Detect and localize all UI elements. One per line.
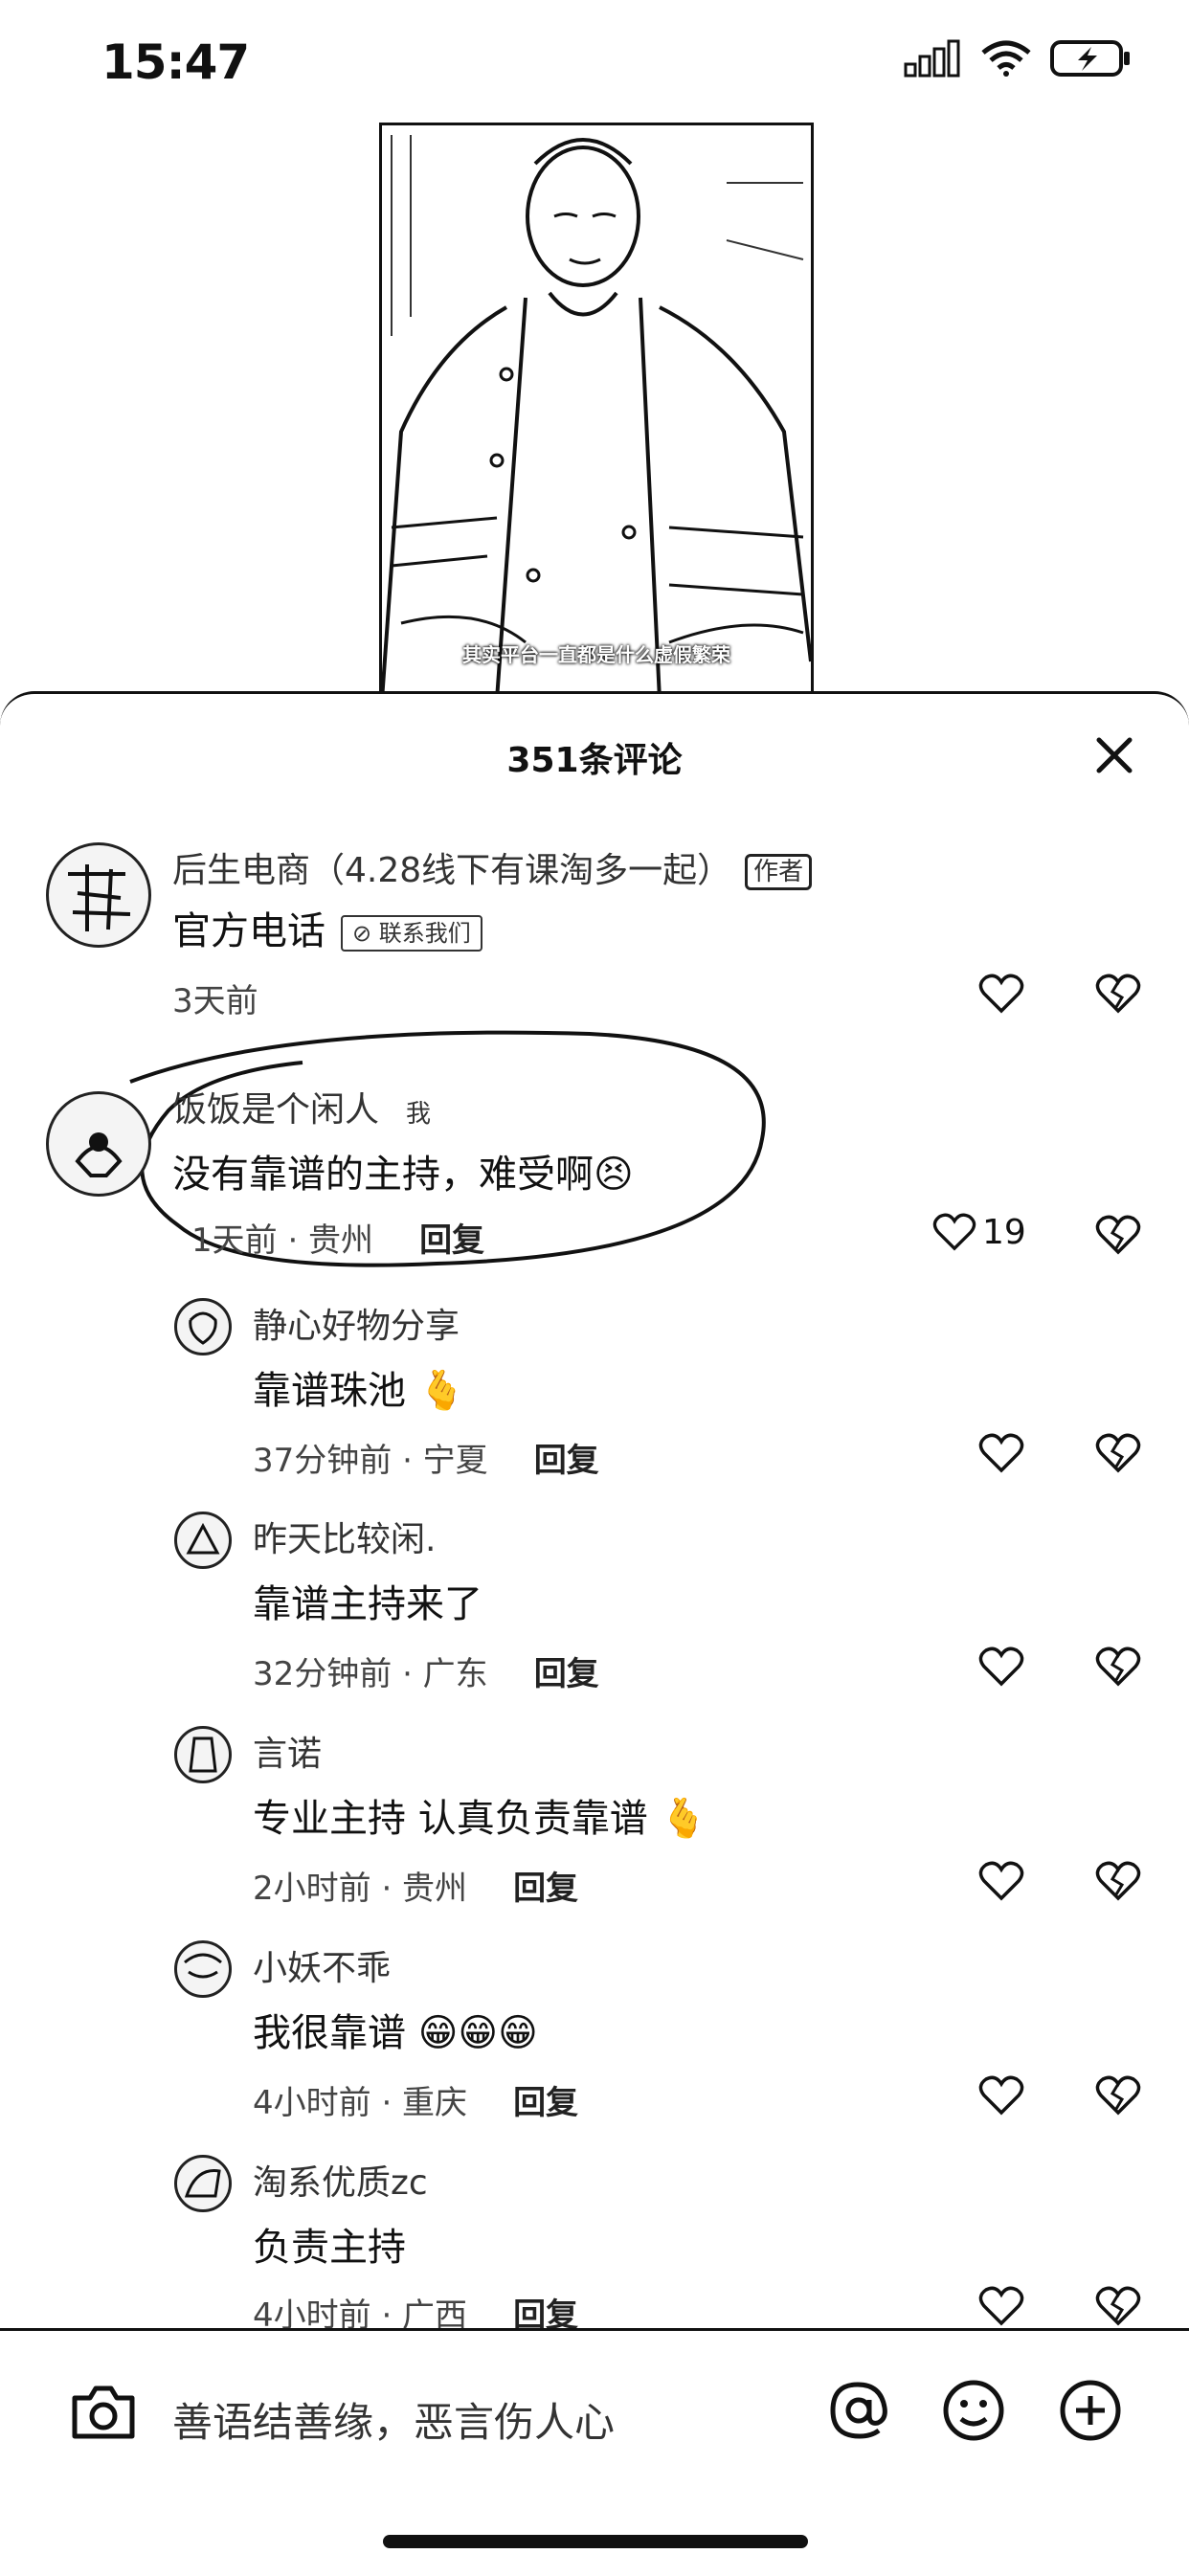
comment-text: 我很靠谱 😁😁😁 (253, 2011, 538, 2055)
comment-username[interactable]: 后生电商（4.28线下有课淘多一起） 作者 (172, 842, 813, 892)
comment-text: 专业主持 认真负责靠谱 🫰 (253, 1797, 708, 1841)
avatar-image (68, 864, 131, 931)
avatar-image (186, 1522, 220, 1555)
dislike-broken-heart-icon[interactable] (1095, 1214, 1141, 1256)
status-bar: 15:47 (0, 0, 1189, 124)
comment-meta: 2小时前 · 贵州 回复 (253, 1862, 578, 1909)
avatar[interactable] (174, 1940, 232, 1998)
comment-meta: 37分钟前 · 宁夏 回复 (253, 1434, 599, 1481)
home-indicator (383, 2535, 808, 2548)
reply-item: 言诺 专业主持 认真负责靠谱 🫰 2小时前 · 贵州 回复 (0, 1720, 1189, 1912)
comment-time: 32分钟前 · 广东 (253, 1655, 488, 1693)
username-text: 饭饭是个闲人 (172, 1090, 380, 1130)
like-count: 19 (982, 1212, 1026, 1252)
wifi-icon (981, 40, 1031, 77)
like-heart-icon[interactable] (978, 973, 1024, 1015)
dislike-broken-heart-icon[interactable] (1095, 1860, 1141, 1902)
status-time: 15:47 (101, 34, 250, 90)
comment-username[interactable]: 饭饭是个闲人我 (172, 1082, 431, 1131)
comment-text: 靠谱主持来了 (253, 1582, 482, 1626)
comment-username[interactable]: 静心好物分享 (253, 1298, 460, 1348)
cellular-signal-icon (904, 39, 960, 78)
me-badge: 我 (406, 1099, 432, 1129)
like-heart-icon[interactable] (978, 1646, 1024, 1688)
comment-username[interactable]: 小妖不乖 (253, 1940, 391, 1990)
video-caption: 其实平台一直都是什么虚假繁荣 (462, 643, 730, 666)
like-heart-icon[interactable] (978, 1860, 1024, 1902)
reply-button[interactable]: 回复 (513, 2084, 578, 2122)
reply-button[interactable]: 回复 (534, 1655, 599, 1693)
comment-username[interactable]: 昨天比较闲. (253, 1512, 436, 1561)
dislike-broken-heart-icon[interactable] (1095, 2074, 1141, 2117)
avatar[interactable] (174, 1726, 232, 1783)
reply-item: 淘系优质zc 负责主持 4小时前 · 广西 回复 (0, 2149, 1189, 2335)
avatar-image (189, 1311, 217, 1345)
comment-text: 没有靠谱的主持，难受啊😣 (172, 1153, 634, 1197)
comment-time: 1天前 · 贵州 (191, 1221, 374, 1260)
comment-item: 后生电商（4.28线下有课淘多一起） 作者 官方电话 ⊘ 联系我们 3天前 (0, 833, 1189, 1024)
reply-item: 小妖不乖 我很靠谱 😁😁😁 4小时前 · 重庆 回复 (0, 1935, 1189, 2126)
reply-item: 静心好物分享 靠谱珠池 🫰 37分钟前 · 宁夏 回复 (0, 1292, 1189, 1484)
comment-text: 靠谱珠池 🫰 (253, 1369, 466, 1413)
avatar-image (184, 2169, 221, 2198)
comment-username[interactable]: 淘系优质zc (253, 2155, 428, 2205)
like-button[interactable]: 19 (932, 1212, 1026, 1252)
comment-text: 官方电话 ⊘ 联系我们 (172, 900, 482, 955)
battery-charging-icon (1050, 40, 1130, 77)
reply-item: 昨天比较闲. 靠谱主持来了 32分钟前 · 广东 回复 (0, 1506, 1189, 1697)
comment-input-bar[interactable]: 善语结善缘，恶言伤人心 (0, 2328, 1189, 2492)
reply-button[interactable]: 回复 (513, 1870, 578, 1908)
dislike-broken-heart-icon[interactable] (1095, 1646, 1141, 1688)
status-icons (904, 38, 1132, 78)
comment-meta: 1天前 · 贵州 回复 (191, 1214, 484, 1261)
link-icon: ⊘ (352, 920, 379, 947)
avatar[interactable] (174, 1512, 232, 1569)
emoji-icon[interactable] (940, 2377, 1007, 2444)
avatar-image (75, 1132, 123, 1177)
contact-us-label: 联系我们 (378, 920, 471, 947)
comment-meta: 4小时前 · 重庆 回复 (253, 2076, 578, 2123)
comment-time: 4小时前 · 重庆 (253, 2084, 468, 2122)
video-frame-image (382, 125, 811, 700)
comment-time: 37分钟前 · 宁夏 (253, 1442, 488, 1480)
avatar[interactable] (46, 842, 151, 948)
like-heart-icon (932, 1213, 976, 1251)
avatar[interactable] (46, 1091, 151, 1197)
video-preview[interactable]: 其实平台一直都是什么虚假繁荣 (379, 123, 814, 703)
comment-text-content: 官方电话 (172, 909, 325, 953)
mention-icon[interactable] (825, 2377, 892, 2444)
like-heart-icon[interactable] (978, 2285, 1024, 2327)
comment-input[interactable]: 善语结善缘，恶言伤人心 (172, 2390, 615, 2449)
like-heart-icon[interactable] (978, 2074, 1024, 2117)
comment-meta: 3天前 (172, 982, 258, 1020)
reply-button[interactable]: 回复 (534, 1442, 599, 1480)
avatar-image (184, 1953, 222, 1979)
comment-username[interactable]: 言诺 (253, 1726, 322, 1776)
avatar[interactable] (174, 1298, 232, 1355)
comment-time: 2小时前 · 贵州 (253, 1870, 468, 1908)
avatar-image (189, 1736, 217, 1773)
comment-meta: 32分钟前 · 广东 回复 (253, 1647, 599, 1694)
comment-text: 负责主持 (253, 2226, 406, 2270)
dislike-broken-heart-icon[interactable] (1095, 1432, 1141, 1474)
avatar[interactable] (174, 2155, 232, 2212)
comment-count-title: 351条评论 (506, 741, 683, 780)
dislike-broken-heart-icon[interactable] (1095, 973, 1141, 1015)
comment-item: 饭饭是个闲人我 没有靠谱的主持，难受啊😣 1天前 · 贵州 回复 19 (0, 1082, 1189, 1273)
username-text: 后生电商（4.28线下有课淘多一起） (172, 851, 732, 890)
camera-icon[interactable] (69, 2381, 138, 2442)
add-icon[interactable] (1057, 2377, 1124, 2444)
close-icon[interactable] (1088, 728, 1141, 782)
reply-button[interactable]: 回复 (419, 1221, 484, 1260)
author-badge: 作者 (745, 854, 813, 890)
contact-us-tag[interactable]: ⊘ 联系我们 (341, 915, 482, 952)
dislike-broken-heart-icon[interactable] (1095, 2285, 1141, 2327)
like-heart-icon[interactable] (978, 1432, 1024, 1474)
